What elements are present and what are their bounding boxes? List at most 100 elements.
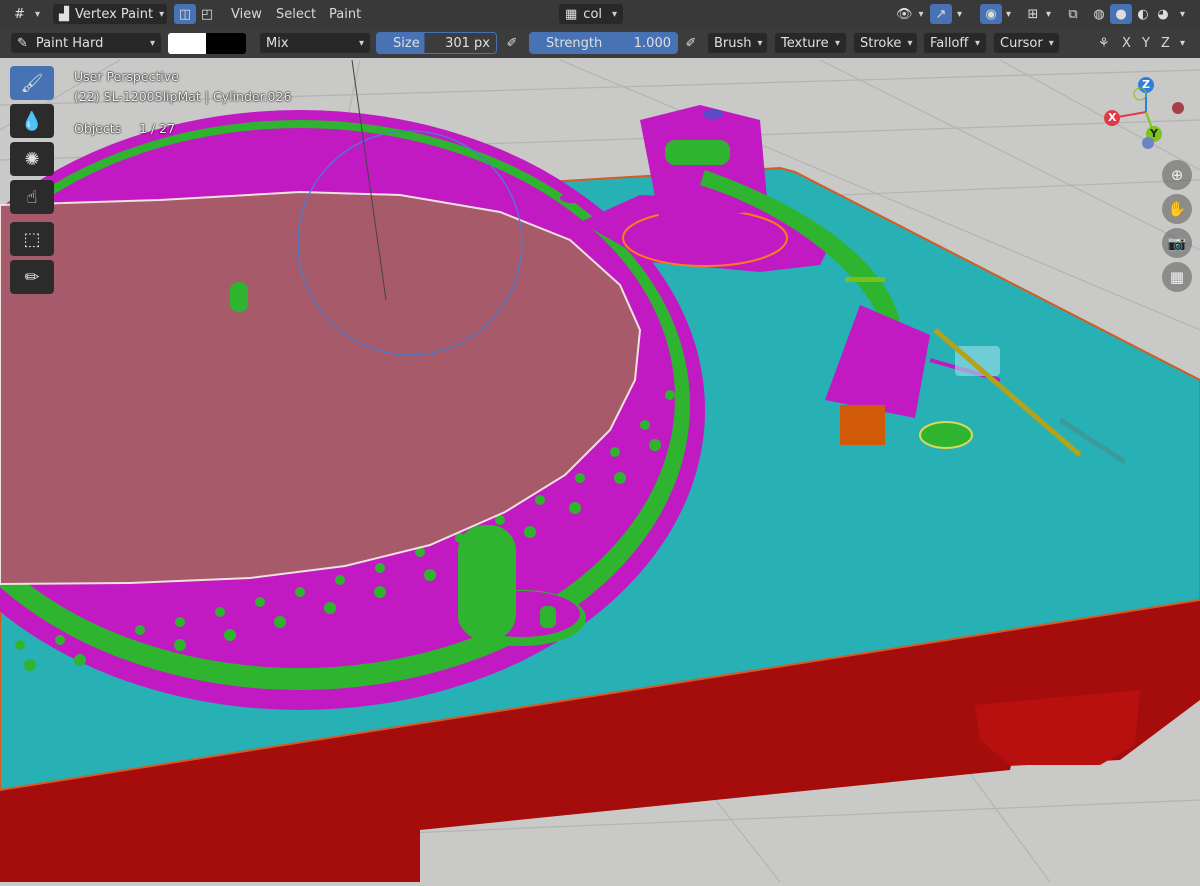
perspective-toggle-button[interactable]: ▦	[1162, 262, 1192, 292]
falloff-popover[interactable]: Falloff ▾	[923, 32, 987, 54]
texture-popover-label: Texture	[781, 35, 829, 51]
shading-solid[interactable]: ●	[1110, 4, 1132, 24]
mirror-y-toggle[interactable]: Y	[1142, 36, 1150, 51]
grid-icon: #	[14, 6, 25, 22]
xray-icon: ⧉	[1068, 6, 1078, 22]
blend-mode-selector[interactable]: Mix ▾	[259, 32, 371, 54]
smear-tool[interactable]: ☝	[10, 180, 54, 214]
annotate-tool[interactable]: ✏	[10, 260, 54, 294]
color-attribute-icon: ▦	[565, 6, 578, 22]
hand-icon: ✋	[1167, 200, 1187, 218]
primary-color-swatch[interactable]	[168, 33, 206, 54]
tool-settings-header: ✎ Paint Hard ▾ Mix ▾ Size 301 px ✐ Stren…	[0, 29, 1200, 58]
magnifier-icon: ⊕	[1170, 166, 1184, 184]
chevron-down-icon: ▾	[757, 37, 763, 49]
chevron-down-icon[interactable]: ▾	[957, 9, 962, 20]
vertex-mask-toggle[interactable]: ◰	[196, 4, 218, 24]
sparkle-icon: ✺	[24, 148, 40, 170]
stroke-popover-label: Stroke	[860, 35, 902, 51]
gizmo-x-label: X	[1108, 111, 1117, 124]
shading-rendered[interactable]: ◕	[1152, 4, 1174, 24]
pressure-icon: ✐	[685, 35, 697, 51]
gizmo-z-label: Z	[1142, 78, 1150, 91]
mode-selector[interactable]: ▟ Vertex Paint ▾	[52, 3, 168, 25]
face-mask-toggle[interactable]: ◫	[174, 4, 196, 24]
shading-wireframe[interactable]: ◍	[1088, 4, 1110, 24]
chevron-down-icon: ▾	[1048, 37, 1054, 49]
chevron-down-icon: ▾	[611, 8, 617, 20]
active-object-info: (22) SL-1200SlipMat | Cylinder.026	[74, 89, 292, 104]
color-attribute-selector[interactable]: ▦ col ▾	[558, 3, 624, 25]
mode-label: Vertex Paint	[75, 6, 154, 22]
blur-tool[interactable]: 💧	[10, 104, 54, 138]
color-attribute-label: col	[583, 6, 603, 22]
turntable-scene	[0, 59, 1200, 883]
pencil-icon: ✏	[24, 266, 40, 288]
chevron-down-icon: ▾	[834, 37, 840, 49]
menu-paint[interactable]: Paint	[329, 7, 361, 22]
secondary-color-swatch[interactable]	[206, 33, 246, 54]
viewport-header: # ▾ ▟ Vertex Paint ▾ ◫ ◰ View Select Pain…	[0, 0, 1200, 29]
butterfly-icon: ⚘	[1098, 36, 1110, 51]
rendered-icon: ◕	[1157, 6, 1169, 22]
gizmo-toggle[interactable]: ↗	[930, 4, 952, 24]
start-button	[919, 421, 973, 449]
chevron-down-icon: ▾	[907, 37, 913, 49]
brush-popover[interactable]: Brush ▾	[707, 32, 768, 54]
shading-material[interactable]: ◐	[1132, 4, 1154, 24]
menu-select[interactable]: Select	[276, 7, 316, 22]
overlays-toggle[interactable]: ◉	[980, 4, 1002, 24]
brush-icon: 🖌	[20, 72, 44, 94]
grid-perspective-icon: ▦	[1169, 268, 1185, 286]
eye-icon: 👁	[896, 6, 913, 22]
cursor-popover[interactable]: Cursor ▾	[993, 32, 1060, 54]
solid-icon: ●	[1115, 6, 1127, 22]
strength-value: 1.000	[633, 35, 671, 51]
chevron-down-icon: ▾	[974, 37, 980, 49]
mirror-x-toggle[interactable]: X	[1122, 36, 1131, 51]
draw-tool[interactable]: 🖌	[10, 66, 54, 100]
gizmo-icon: ↗	[935, 6, 947, 22]
wireframe-icon: ◍	[1093, 6, 1105, 22]
visibility-button[interactable]: 👁 ▾	[890, 3, 928, 25]
view-name: User Perspective	[74, 69, 179, 84]
menu-view[interactable]: View	[231, 7, 262, 22]
camera-view-button[interactable]: 📷	[1162, 228, 1192, 258]
vertex-paint-icon: ▟	[59, 6, 69, 22]
size-value: 301 px	[445, 35, 490, 51]
size-pressure-toggle[interactable]: ✐	[501, 33, 523, 53]
smear-icon: ☝	[26, 186, 38, 208]
pressure-icon: ✐	[506, 35, 518, 51]
chevron-down-icon[interactable]: ▾	[1180, 9, 1185, 20]
face-mask-icon: ◫	[178, 6, 192, 22]
chevron-down-icon: ▾	[34, 8, 40, 20]
mesh-icon: ⊞	[1027, 6, 1039, 22]
chevron-down-icon[interactable]: ▾	[1180, 38, 1185, 49]
camera-icon: 📷	[1167, 234, 1187, 252]
navigation-gizmo[interactable]: Z X Y	[1098, 72, 1198, 152]
tool-shelf: 🖌 💧 ✺ ☝ ⬚ ✏	[10, 66, 56, 298]
strength-pressure-toggle[interactable]: ✐	[680, 33, 702, 53]
stroke-popover[interactable]: Stroke ▾	[853, 32, 918, 54]
mirror-z-toggle[interactable]: Z	[1161, 36, 1170, 51]
size-label: Size	[393, 35, 420, 51]
xray-toggle[interactable]: ⧉	[1062, 4, 1084, 24]
brush-selector[interactable]: ✎ Paint Hard ▾	[10, 32, 162, 54]
select-box-tool[interactable]: ⬚	[10, 222, 54, 256]
chevron-down-icon[interactable]: ▾	[1006, 9, 1011, 20]
3d-viewport[interactable]	[0, 0, 1200, 883]
pan-button[interactable]: ✋	[1162, 194, 1192, 224]
chevron-down-icon[interactable]: ▾	[1046, 9, 1051, 20]
texture-popover[interactable]: Texture ▾	[774, 32, 847, 54]
mesh-edit-overlay[interactable]: ⊞	[1022, 4, 1044, 24]
spindle	[230, 282, 248, 312]
chevron-down-icon: ▾	[159, 8, 165, 20]
average-tool[interactable]: ✺	[10, 142, 54, 176]
zoom-button[interactable]: ⊕	[1162, 160, 1192, 190]
strength-label: Strength	[546, 35, 603, 51]
editor-type-button[interactable]: # ▾	[8, 3, 46, 25]
brush-icon: ✎	[17, 35, 28, 51]
brush-popover-label: Brush	[714, 35, 752, 51]
size-slider[interactable]: Size 301 px	[376, 32, 497, 54]
strength-slider[interactable]: Strength 1.000	[529, 32, 678, 54]
